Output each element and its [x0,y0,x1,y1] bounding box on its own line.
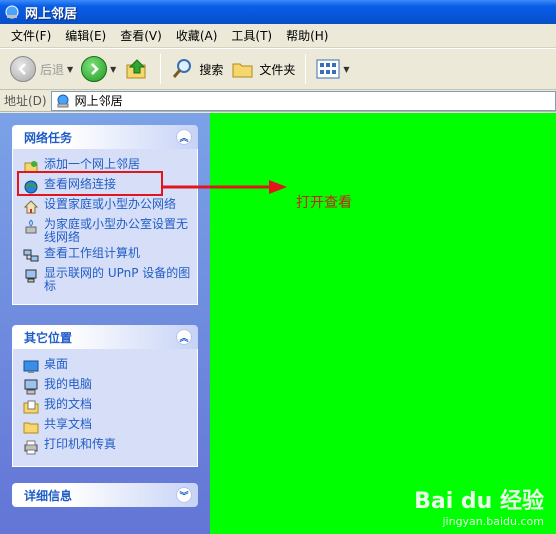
menu-bar: 文件(F) 编辑(E) 查看(V) 收藏(A) 工具(T) 帮助(H) [0,24,556,48]
address-bar: 地址(D) 网上邻居 [0,90,556,112]
toolbar: 后退 ▼ ▼ 搜索 文件夹 ▼ [0,48,556,90]
task-label: 添加一个网上邻居 [44,157,141,171]
forward-arrow-icon [81,56,108,82]
task-label: 设置家庭或小型办公网络 [44,197,177,211]
network-places-icon [57,94,69,107]
folders-label: 文件夹 [259,62,296,77]
menu-help[interactable]: 帮助(H) [279,27,335,44]
task-setup-home-network[interactable]: 设置家庭或小型办公网络 [23,198,191,215]
details-header[interactable]: 详细信息 ︾ [12,483,198,507]
task-label: 为家庭或小型办公室设置无线网络 [44,217,189,244]
address-field[interactable]: 网上邻居 [50,90,556,111]
other-places-group: 其它位置 ︽ 桌面 我的电脑 我的文档 共享文档 打印机和传真 [12,325,198,467]
task-label: 查看工作组计算机 [44,246,141,260]
watermark: Bai du 经验 jingyan.baidu.com [414,483,544,528]
place-label: 我的文档 [44,397,93,411]
watermark-url: jingyan.baidu.com [442,515,544,528]
place-label: 我的电脑 [44,377,93,391]
collapse-chevron-icon[interactable]: ︽ [176,129,192,145]
network-tasks-group: 网络任务 ︽ 添加一个网上邻居 查看网络连接 设置家庭或小型办公网络 为家庭或小… [12,125,198,305]
place-label: 打印机和传真 [44,437,117,451]
network-places-icon [5,5,19,19]
folder-icon [232,63,253,78]
annotation-arrow [163,180,287,194]
watermark-logo: Bai du 经验 [414,489,544,514]
menu-favorites[interactable]: 收藏(A) [169,27,225,44]
network-tasks-title: 网络任务 [24,130,73,145]
menu-edit[interactable]: 编辑(E) [58,27,113,44]
place-my-documents[interactable]: 我的文档 [23,398,191,415]
place-shared-documents[interactable]: 共享文档 [23,418,191,435]
address-label: 地址(D) [4,94,47,108]
up-folder-icon [126,59,146,79]
folders-button[interactable]: 文件夹 [227,52,299,86]
menu-view[interactable]: 查看(V) [113,27,169,44]
window-title: 网上邻居 [25,6,78,22]
place-printers-faxes[interactable]: 打印机和传真 [23,438,191,455]
upnp-device-icon [25,269,37,283]
other-places-list: 桌面 我的电脑 我的文档 共享文档 打印机和传真 [12,349,198,467]
back-dropdown-icon[interactable]: ▼ [67,65,73,74]
back-label: 后退 [40,62,65,77]
other-places-title: 其它位置 [24,330,73,345]
place-my-computer[interactable]: 我的电脑 [23,378,191,395]
search-button[interactable]: 搜索 [167,52,227,86]
search-icon [173,59,192,78]
address-value: 网上邻居 [74,94,123,108]
toolbar-separator [160,54,162,84]
back-button[interactable]: 后退 ▼ [6,52,77,86]
menu-tools[interactable]: 工具(T) [224,27,279,44]
details-group: 详细信息 ︾ [12,483,198,507]
search-label: 搜索 [199,62,224,77]
title-bar[interactable]: 网上邻居 [0,0,556,24]
up-button[interactable] [120,52,154,86]
wireless-network-icon [25,219,37,234]
desktop-icon [23,360,39,373]
views-icon [316,59,340,79]
task-setup-wireless-network[interactable]: 为家庭或小型办公室设置无线网络 [23,218,191,244]
place-label: 共享文档 [44,417,93,431]
place-desktop[interactable]: 桌面 [23,358,191,375]
my-documents-icon [23,400,39,414]
forward-button[interactable]: ▼ [77,52,120,86]
back-arrow-icon [10,56,36,82]
place-label: 桌面 [44,357,69,371]
views-dropdown-icon[interactable]: ▼ [343,65,349,74]
other-places-header[interactable]: 其它位置 ︽ [12,325,198,349]
details-title: 详细信息 [24,488,73,503]
highlight-box [17,171,163,196]
network-tasks-header[interactable]: 网络任务 ︽ [12,125,198,149]
toolbar-separator [305,54,307,84]
home-network-icon [23,200,39,214]
menu-file[interactable]: 文件(F) [4,27,58,44]
workgroup-computers-icon [23,249,39,262]
task-view-workgroup[interactable]: 查看工作组计算机 [23,247,191,264]
forward-dropdown-icon[interactable]: ▼ [110,65,116,74]
task-label: 显示联网的 UPnP 设备的图标 [44,266,191,293]
expand-chevron-icon[interactable]: ︾ [176,487,192,503]
views-button[interactable]: ▼ [312,52,353,86]
shared-documents-icon [23,422,39,434]
printers-faxes-icon [24,440,38,455]
my-computer-icon [24,379,38,395]
collapse-chevron-icon[interactable]: ︽ [176,329,192,345]
annotation-text: 打开查看 [296,195,352,211]
task-show-upnp-icons[interactable]: 显示联网的 UPnP 设备的图标 [23,267,191,293]
